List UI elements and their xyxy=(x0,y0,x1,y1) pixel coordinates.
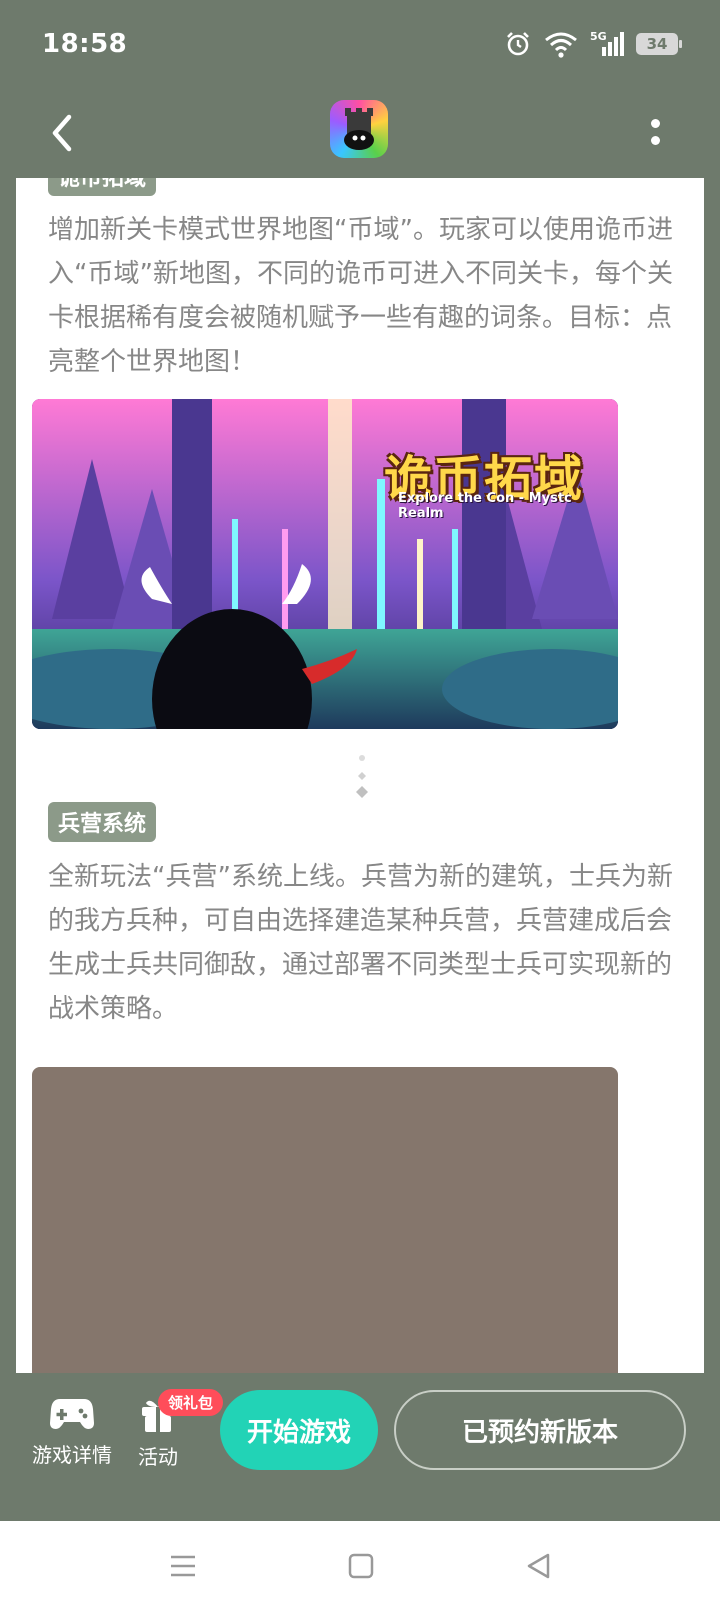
activity-label: 活动 xyxy=(138,1445,178,1469)
section-tag-barracks: 兵营系统 xyxy=(48,802,157,842)
game-logo-icon xyxy=(344,108,374,150)
more-dot-icon xyxy=(650,119,660,128)
banner-subtitle: Explore the Con - Mystc Realm xyxy=(398,491,572,521)
chevron-left-icon xyxy=(52,114,72,152)
more-dot-icon xyxy=(650,136,660,145)
back-nav-icon[interactable] xyxy=(524,1551,554,1581)
section-body-barracks: 全新玩法“兵营”系统上线。兵营为新的建筑，士兵为新的我方兵种，可自由选择建造某种… xyxy=(48,862,673,1024)
top-app-bar xyxy=(0,88,720,178)
divider-dots-icon xyxy=(356,755,368,798)
game-app-icon[interactable] xyxy=(330,100,388,158)
content-card[interactable]: 诡币拓域 增加新关卡模式世界地图“币域”。玩家可以使用诡币进入“币域”新地图，不… xyxy=(16,178,704,1373)
status-icons: 5G 34 xyxy=(504,30,682,58)
gamepad-icon xyxy=(50,1399,94,1429)
barracks-image xyxy=(32,1067,618,1373)
section-body-coin-realm: 增加新关卡模式世界地图“币域”。玩家可以使用诡币进入“币域”新地图，不同的诡币可… xyxy=(48,215,673,377)
game-details-label: 游戏详情 xyxy=(32,1443,112,1467)
signal-icon: 5G xyxy=(590,30,624,58)
battery-icon: 34 xyxy=(636,33,682,55)
gift-pack-badge[interactable]: 领礼包 xyxy=(158,1389,224,1416)
system-nav-bar xyxy=(0,1521,720,1610)
section-tag-coin-realm: 诡币拓域 xyxy=(48,178,157,196)
more-options-button[interactable] xyxy=(640,112,670,152)
status-bar: 18:58 5G 34 xyxy=(0,0,720,88)
reserved-new-version-button[interactable]: 已预约新版本 xyxy=(394,1390,686,1470)
bottom-action-bar: 游戏详情 活动 领礼包 开始游戏 已预约新版本 xyxy=(0,1373,720,1521)
status-time: 18:58 xyxy=(42,29,128,59)
alarm-icon xyxy=(507,32,529,56)
game-details-button[interactable]: 游戏详情 xyxy=(32,1395,112,1468)
wifi-icon xyxy=(545,32,577,58)
menu-icon[interactable] xyxy=(168,1551,198,1581)
home-icon[interactable] xyxy=(346,1551,376,1581)
back-button[interactable] xyxy=(40,106,84,160)
coin-realm-banner-image: 诡币拓域 Explore the Con - Mystc Realm xyxy=(32,399,618,729)
start-game-button[interactable]: 开始游戏 xyxy=(220,1390,378,1470)
